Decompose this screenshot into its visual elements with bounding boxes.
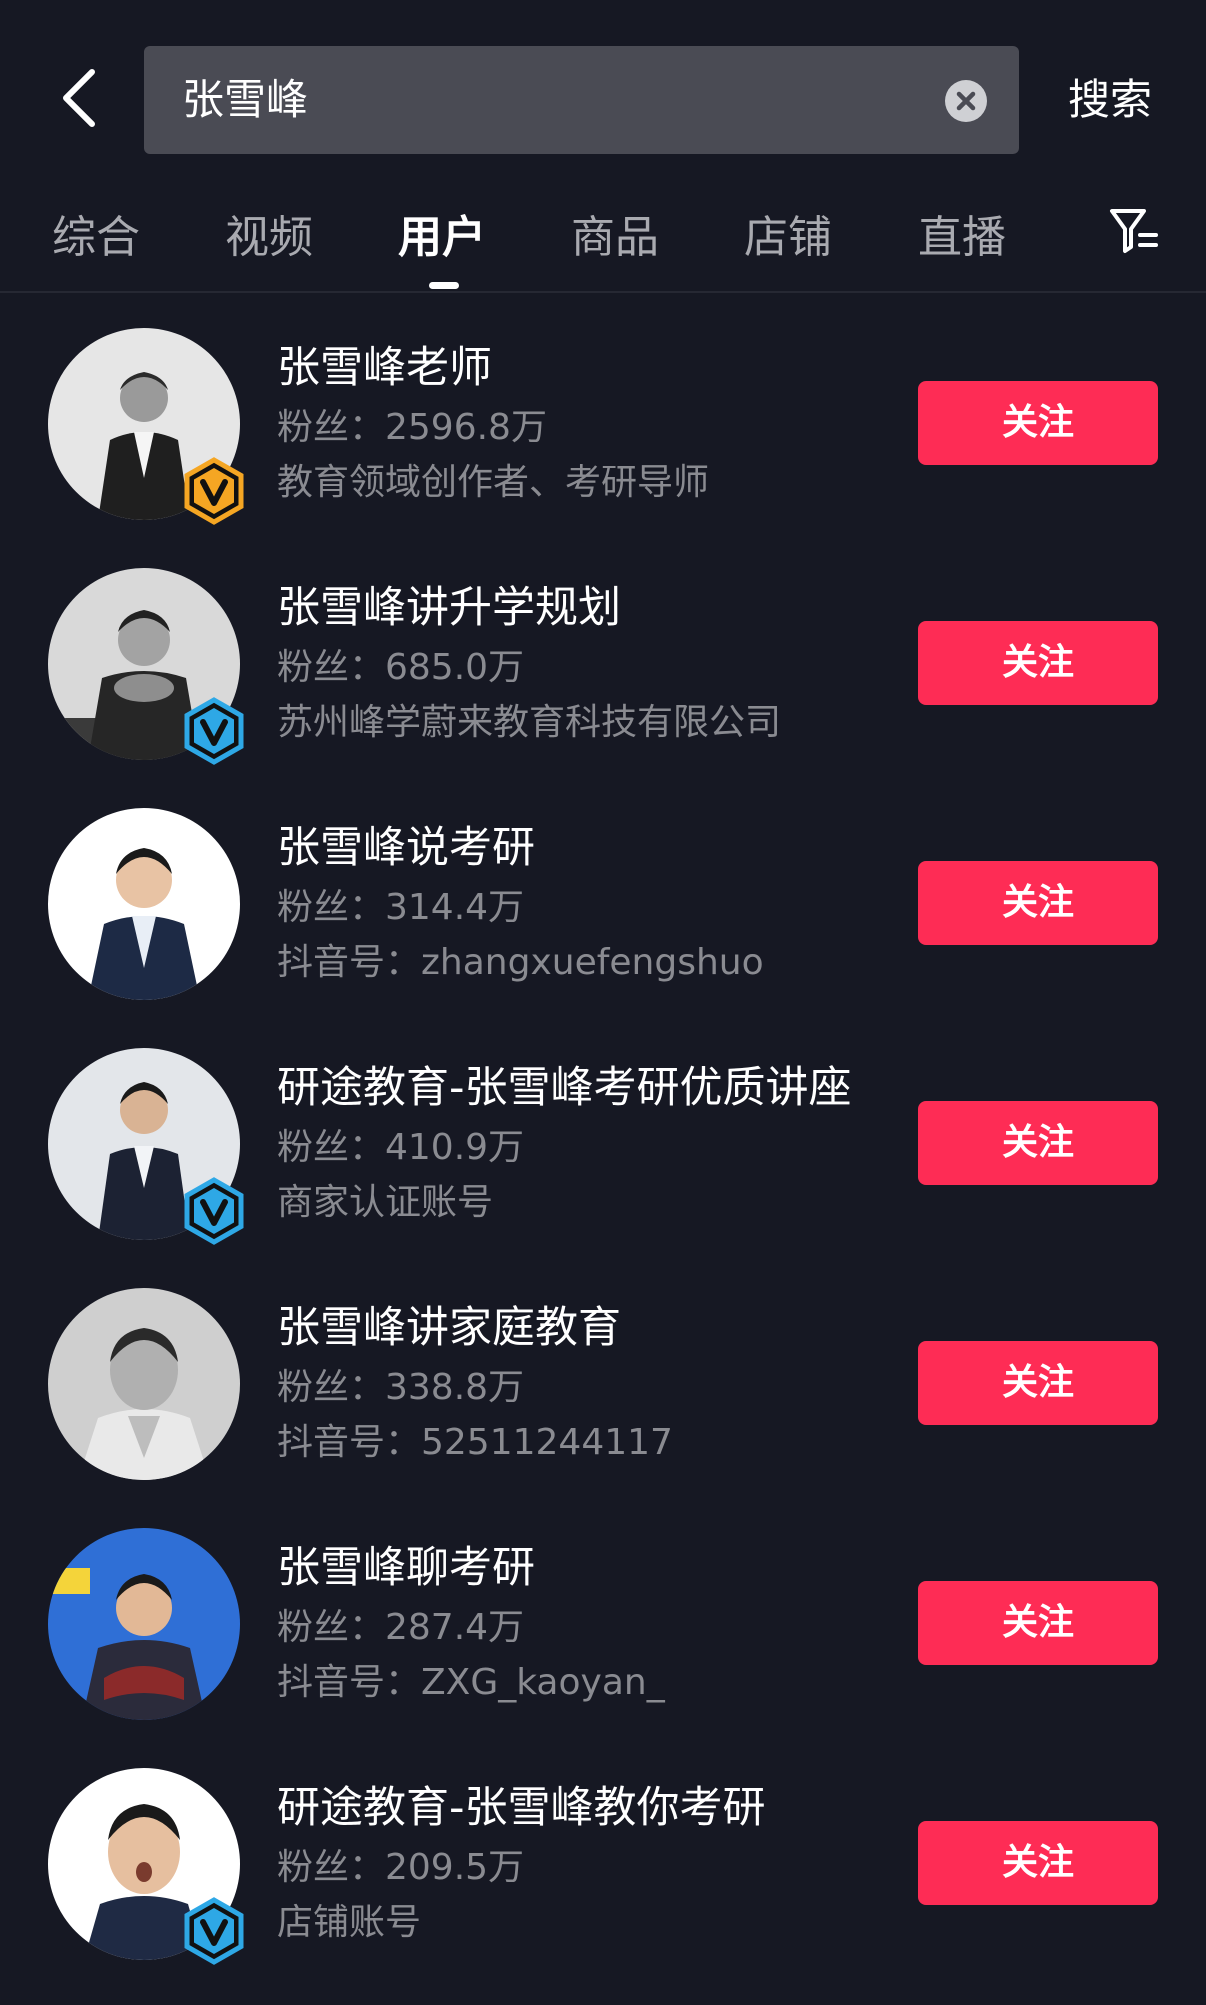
user-name[interactable]: 张雪峰老师 (277, 333, 492, 395)
follow-button[interactable]: 关注 (918, 1101, 1158, 1185)
fan-count: 粉丝：209.5万 (277, 1847, 525, 1888)
user-name[interactable]: 张雪峰聊考研 (277, 1533, 535, 1595)
follow-button[interactable]: 关注 (918, 381, 1158, 465)
user-row[interactable]: 张雪峰老师 粉丝：2596.8万 教育领域创作者、考研导师 关注 (0, 293, 1206, 533)
verified-v-icon (180, 1177, 248, 1245)
tab-videos[interactable]: 视频 (225, 208, 313, 268)
user-row[interactable]: 张雪峰讲家庭教育 粉丝：338.8万 抖音号：52511244117 关注 (0, 1253, 1206, 1493)
user-row[interactable]: 研途教育-张雪峰考研优质讲座 粉丝：410.9万 商家认证账号 关注 (0, 1013, 1206, 1253)
user-description: 商家认证账号 (277, 1182, 494, 1223)
tab-stores[interactable]: 店铺 (744, 208, 832, 268)
follow-button[interactable]: 关注 (918, 861, 1158, 945)
search-input[interactable] (182, 46, 942, 154)
user-row[interactable]: 研途教育-张雪峰教你考研 粉丝：209.5万 店铺账号 关注 (0, 1733, 1206, 1973)
avatar[interactable] (48, 1288, 240, 1480)
user-row[interactable]: 张雪峰聊考研 粉丝：287.4万 抖音号：ZXG_kaoyan_ 关注 (0, 1493, 1206, 1733)
user-description: 抖音号：zhangxuefengshuo (277, 942, 764, 983)
user-description: 苏州峰学蔚来教育科技有限公司 (277, 702, 782, 743)
fan-count: 粉丝：314.4万 (277, 887, 525, 928)
user-description: 教育领域创作者、考研导师 (277, 462, 710, 503)
verified-v-icon (180, 457, 248, 525)
tab-products[interactable]: 商品 (571, 208, 659, 268)
back-arrow-icon[interactable] (50, 58, 110, 138)
user-name[interactable]: 张雪峰讲家庭教育 (277, 1293, 621, 1355)
clear-icon[interactable] (945, 80, 987, 122)
user-row[interactable]: 张雪峰说考研 粉丝：314.4万 抖音号：zhangxuefengshuo 关注 (0, 773, 1206, 1013)
fan-count: 粉丝：287.4万 (277, 1607, 525, 1648)
follow-button[interactable]: 关注 (918, 1581, 1158, 1665)
follow-button[interactable]: 关注 (918, 1821, 1158, 1905)
tab-live[interactable]: 直播 (918, 208, 1006, 268)
category-tabs: 综合 视频 用户 商品 店铺 直播 (0, 190, 1206, 290)
user-description: 抖音号：52511244117 (277, 1422, 673, 1463)
verified-v-icon (180, 1897, 248, 1965)
user-description: 抖音号：ZXG_kaoyan_ (277, 1662, 665, 1703)
user-name[interactable]: 研途教育-张雪峰考研优质讲座 (277, 1053, 852, 1115)
follow-button[interactable]: 关注 (918, 621, 1158, 705)
fan-count: 粉丝：338.8万 (277, 1367, 525, 1408)
search-button[interactable]: 搜索 (1068, 60, 1152, 140)
fan-count: 粉丝：685.0万 (277, 647, 525, 688)
search-header: 搜索 (0, 0, 1206, 180)
user-row[interactable]: 张雪峰讲升学规划 粉丝：685.0万 苏州峰学蔚来教育科技有限公司 关注 (0, 533, 1206, 773)
fan-count: 粉丝：2596.8万 (277, 407, 547, 448)
user-description: 店铺账号 (277, 1902, 422, 1943)
search-box[interactable] (144, 46, 1019, 154)
filter-icon[interactable] (1108, 205, 1160, 257)
active-tab-indicator (429, 282, 459, 289)
user-name[interactable]: 张雪峰说考研 (277, 813, 535, 875)
fan-count: 粉丝：410.9万 (277, 1127, 525, 1168)
user-name[interactable]: 张雪峰讲升学规划 (277, 573, 621, 635)
tab-comprehensive[interactable]: 综合 (52, 208, 140, 268)
user-name[interactable]: 研途教育-张雪峰教你考研 (277, 1773, 766, 1835)
avatar[interactable] (48, 1528, 240, 1720)
tab-users[interactable]: 用户 (398, 208, 486, 268)
follow-button[interactable]: 关注 (918, 1341, 1158, 1425)
verified-v-icon (180, 697, 248, 765)
avatar[interactable] (48, 808, 240, 1000)
